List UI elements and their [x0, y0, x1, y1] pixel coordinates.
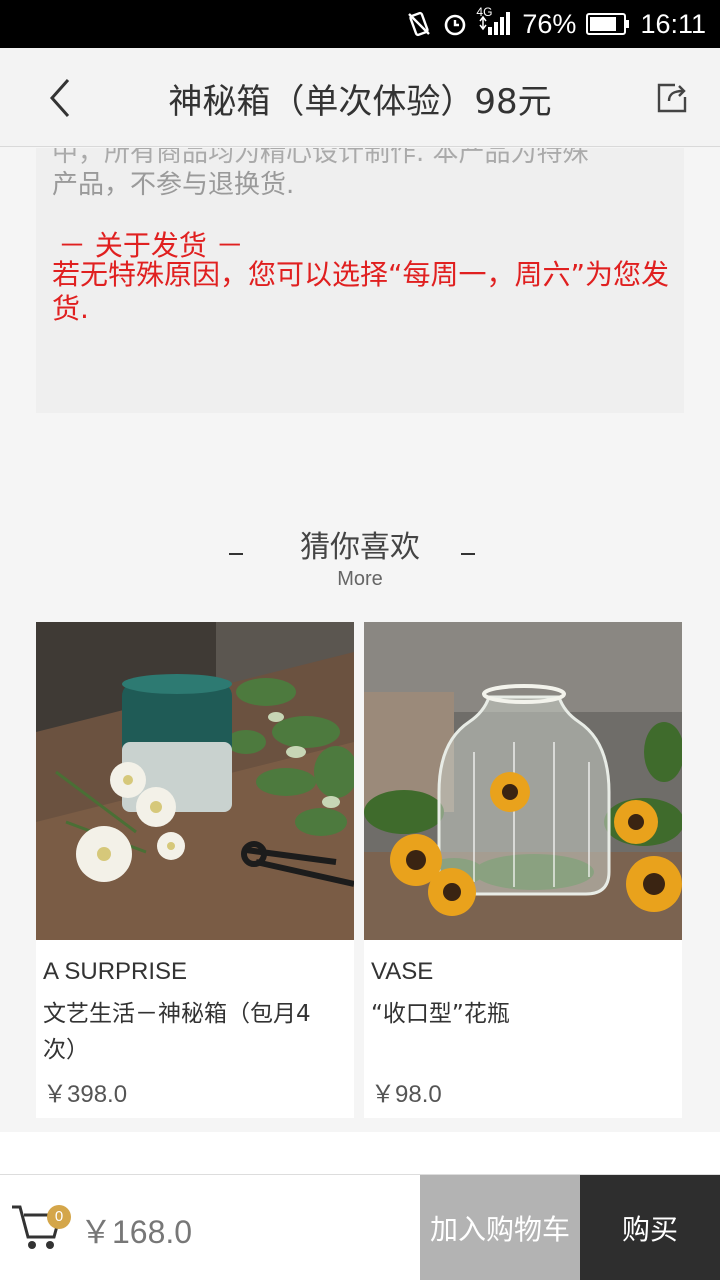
product-name-cn: “收口型”花瓶 — [371, 1001, 510, 1027]
cart-count-badge: 0 — [47, 1205, 71, 1229]
battery-percent: 76% — [522, 8, 577, 39]
page-title: 神秘箱（单次体验）98元 — [168, 82, 552, 122]
total-price: ￥168.0 — [80, 1214, 193, 1250]
notice-text: 产品，不参与退换货. — [52, 170, 295, 200]
notice-card: 中，所有商品均为精心设计制作. 本产品为特殊 产品，不参与退换货. － 关于发货… — [36, 148, 684, 413]
product-price: ￥398.0 — [43, 1081, 128, 1108]
vibrate-icon — [406, 11, 432, 37]
back-icon — [49, 79, 70, 117]
section-dash-right — [461, 553, 475, 555]
share-button[interactable] — [652, 78, 692, 118]
product-name-cn: 文艺生活－神秘箱（包月4次） — [43, 1001, 311, 1063]
shipping-body: 若无特殊原因，您可以选择“每周一，周六”为您发货. — [52, 258, 670, 325]
product-name-en: A SURPRISE — [43, 958, 188, 985]
add-to-cart-button[interactable]: 加入购物车 — [420, 1175, 580, 1280]
product-image — [36, 622, 354, 940]
clock: 16:11 — [640, 8, 706, 39]
product-card[interactable]: A SURPRISE 文艺生活－神秘箱（包月4次） ￥398.0 — [36, 622, 354, 1118]
buy-button[interactable]: 购买 — [580, 1175, 720, 1280]
back-button[interactable] — [36, 74, 84, 122]
section-title: 猜你喜欢 — [300, 530, 420, 565]
bottom-bar: 0 ￥168.0 加入购物车 购买 — [0, 1174, 720, 1280]
status-bar: 4G 76% 16:11 — [0, 0, 720, 48]
product-name-en: VASE — [371, 958, 434, 985]
header: 神秘箱（单次体验）98元 — [0, 48, 720, 147]
alarm-icon — [442, 11, 468, 37]
spacer — [0, 1132, 720, 1174]
product-price: ￥98.0 — [371, 1081, 442, 1108]
signal-icon: 4G — [476, 5, 512, 37]
share-icon — [657, 83, 687, 113]
battery-icon — [586, 12, 630, 36]
product-image — [364, 622, 682, 940]
network-type: 4G — [476, 5, 493, 19]
product-card[interactable]: VASE “收口型”花瓶 ￥98.0 — [364, 622, 682, 1118]
more-link[interactable]: More — [0, 568, 720, 591]
